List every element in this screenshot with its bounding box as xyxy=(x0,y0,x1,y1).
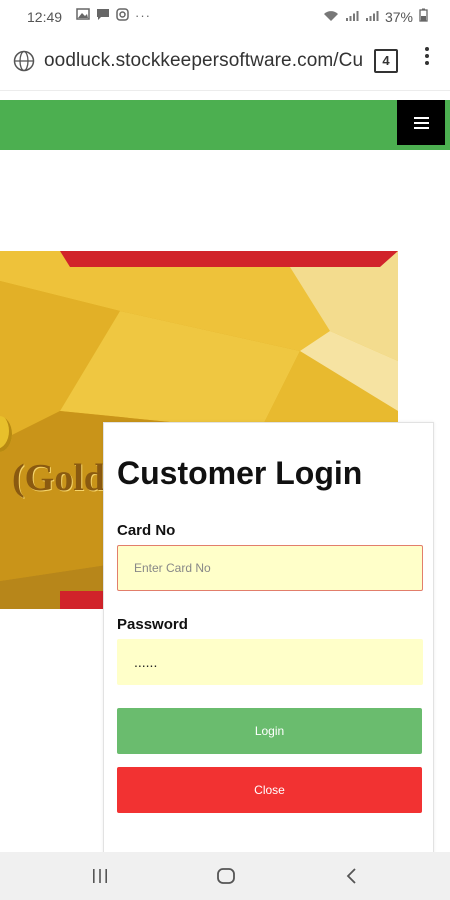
more-icon: ··· xyxy=(135,8,151,23)
signal-icon xyxy=(345,9,359,25)
globe-icon[interactable] xyxy=(13,50,35,77)
tab-switcher-button[interactable]: 4 xyxy=(374,49,398,73)
back-icon[interactable] xyxy=(344,866,360,891)
browser-address-bar: oodluck.stockkeepersoftware.com/Cu 4 xyxy=(0,34,450,91)
hamburger-menu-icon[interactable] xyxy=(397,100,445,145)
system-navigation-bar xyxy=(0,852,450,900)
url-field[interactable]: oodluck.stockkeepersoftware.com/Cu xyxy=(44,50,364,72)
login-button[interactable]: Login xyxy=(117,708,422,754)
wifi-icon xyxy=(323,9,339,25)
recent-apps-icon[interactable] xyxy=(91,866,109,891)
status-right: 37% xyxy=(323,8,428,25)
card-no-input[interactable]: Enter Card No xyxy=(117,545,423,591)
password-input[interactable]: ...... xyxy=(117,639,423,685)
home-icon[interactable] xyxy=(216,866,236,891)
login-title: Customer Login xyxy=(117,455,363,491)
message-icon xyxy=(96,8,110,24)
customer-login-panel: Customer Login Card No Enter Card No Pas… xyxy=(103,422,434,864)
card-gold-text: (Gold xyxy=(12,457,105,499)
close-button[interactable]: Close xyxy=(117,767,422,813)
status-bar: 12:49 ··· 37% xyxy=(0,0,450,34)
password-label: Password xyxy=(117,616,188,633)
card-no-label: Card No xyxy=(117,522,176,539)
browser-menu-icon[interactable] xyxy=(420,46,434,66)
site-header xyxy=(0,100,450,150)
signal-icon xyxy=(365,9,379,25)
battery-percent: 37% xyxy=(384,8,413,25)
image-icon xyxy=(76,8,90,24)
status-time: 12:49 xyxy=(27,9,63,25)
instagram-icon xyxy=(116,8,129,24)
battery-icon xyxy=(419,8,428,25)
notification-icons: ··· xyxy=(76,8,151,24)
